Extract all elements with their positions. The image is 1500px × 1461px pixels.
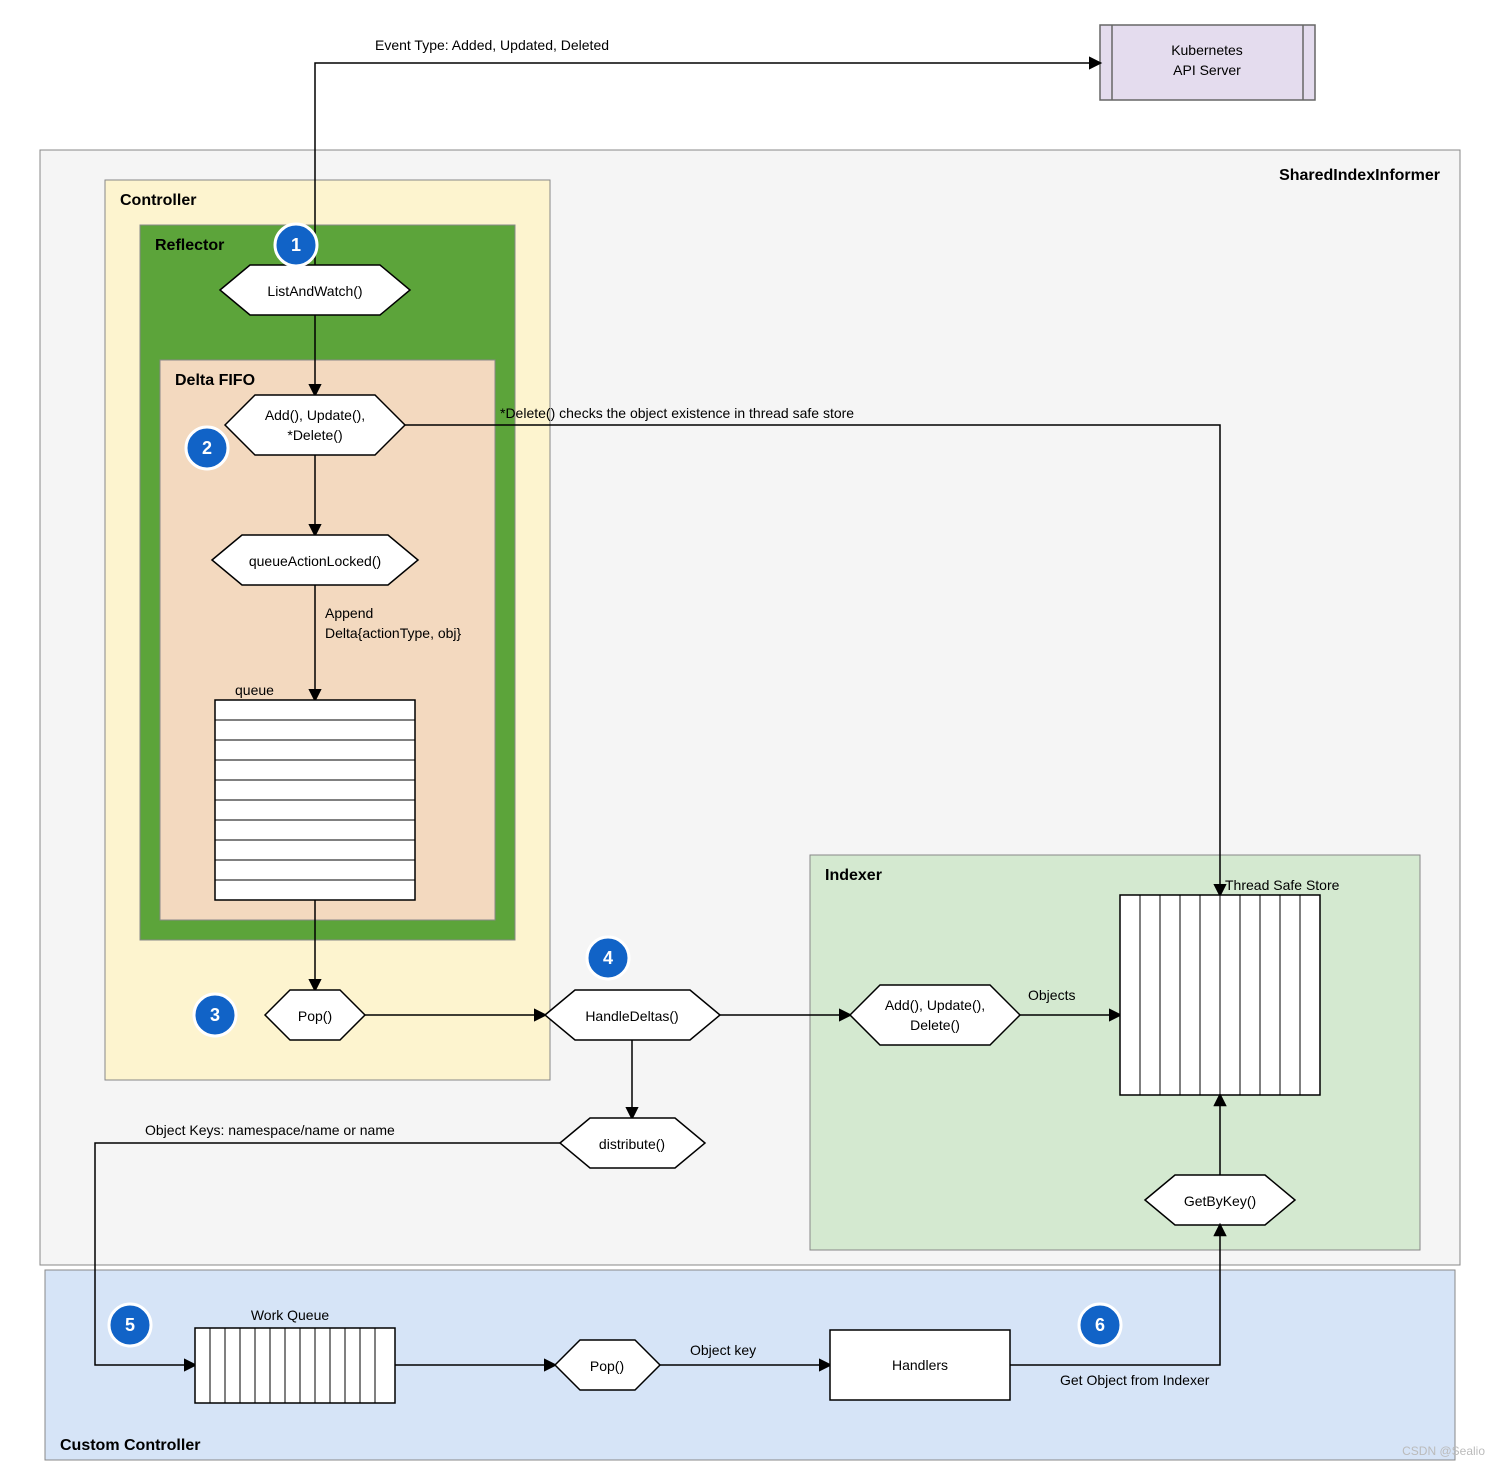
label-customcontroller: Custom Controller — [60, 1437, 200, 1454]
badge-2: 2 — [186, 427, 228, 469]
node-handlers: Handlers — [830, 1330, 1010, 1400]
watermark: CSDN @Sealio — [1402, 1444, 1485, 1458]
svg-text:ListAndWatch(): ListAndWatch() — [267, 283, 362, 299]
label-appenddelta-1: Append — [325, 605, 373, 621]
label-deletechecks: *Delete() checks the object existence in… — [500, 405, 854, 421]
label-queue: queue — [235, 682, 274, 698]
svg-text:1: 1 — [291, 235, 301, 255]
label-indexer: Indexer — [825, 867, 882, 884]
svg-text:Add(), Update(),: Add(), Update(), — [885, 997, 985, 1013]
label-deltafifo: Delta FIFO — [175, 372, 255, 389]
node-queueactionlocked: queueActionLocked() — [212, 535, 418, 585]
region-indexer — [810, 855, 1420, 1250]
svg-text:HandleDeltas(): HandleDeltas() — [585, 1008, 678, 1024]
svg-text:Delete(): Delete() — [910, 1017, 960, 1033]
label-getobjfromindexer: Get Object from Indexer — [1060, 1372, 1210, 1388]
node-distribute: distribute() — [560, 1118, 705, 1168]
svg-text:3: 3 — [210, 1005, 220, 1025]
label-appenddelta-2: Delta{actionType, obj} — [325, 625, 462, 641]
node-handledeltas: HandleDeltas() — [545, 990, 720, 1040]
label-objectkey: Object key — [690, 1342, 756, 1358]
node-listandwatch: ListAndWatch() — [220, 265, 410, 315]
queue-box — [215, 700, 415, 900]
work-queue-box — [195, 1328, 395, 1403]
node-addupdatedelete: Add(), Update(), *Delete() — [225, 395, 405, 455]
label-reflector: Reflector — [155, 237, 224, 254]
svg-text:*Delete(): *Delete() — [287, 427, 342, 443]
svg-text:Pop(): Pop() — [590, 1358, 624, 1374]
svg-text:Pop(): Pop() — [298, 1008, 332, 1024]
svg-text:4: 4 — [603, 948, 613, 968]
label-eventtype: Event Type: Added, Updated, Deleted — [375, 37, 609, 53]
svg-text:API Server: API Server — [1173, 62, 1241, 78]
label-sharedindexinformer: SharedIndexInformer — [1279, 167, 1440, 184]
svg-text:Add(), Update(),: Add(), Update(), — [265, 407, 365, 423]
node-getbykey: GetByKey() — [1145, 1175, 1295, 1225]
badge-4: 4 — [587, 937, 629, 979]
label-threadsafestore: Thread Safe Store — [1225, 877, 1340, 893]
node-k8s-api: Kubernetes API Server — [1100, 25, 1315, 100]
node-indexerops: Add(), Update(), Delete() — [850, 985, 1020, 1045]
svg-text:queueActionLocked(): queueActionLocked() — [249, 553, 381, 569]
badge-3: 3 — [194, 994, 236, 1036]
svg-text:Handlers: Handlers — [892, 1357, 948, 1373]
label-workqueue: Work Queue — [251, 1307, 330, 1323]
svg-text:distribute(): distribute() — [599, 1136, 665, 1152]
thread-safe-store-box — [1120, 895, 1320, 1095]
label-objects: Objects — [1028, 987, 1075, 1003]
badge-6: 6 — [1079, 1304, 1121, 1346]
svg-text:5: 5 — [125, 1315, 135, 1335]
svg-text:6: 6 — [1095, 1315, 1105, 1335]
svg-text:2: 2 — [202, 438, 212, 458]
badge-5: 5 — [109, 1304, 151, 1346]
badge-1: 1 — [275, 224, 317, 266]
svg-text:Kubernetes: Kubernetes — [1171, 42, 1243, 58]
label-controller: Controller — [120, 192, 196, 209]
label-objectkeys: Object Keys: namespace/name or name — [145, 1122, 395, 1138]
svg-text:GetByKey(): GetByKey() — [1184, 1193, 1256, 1209]
